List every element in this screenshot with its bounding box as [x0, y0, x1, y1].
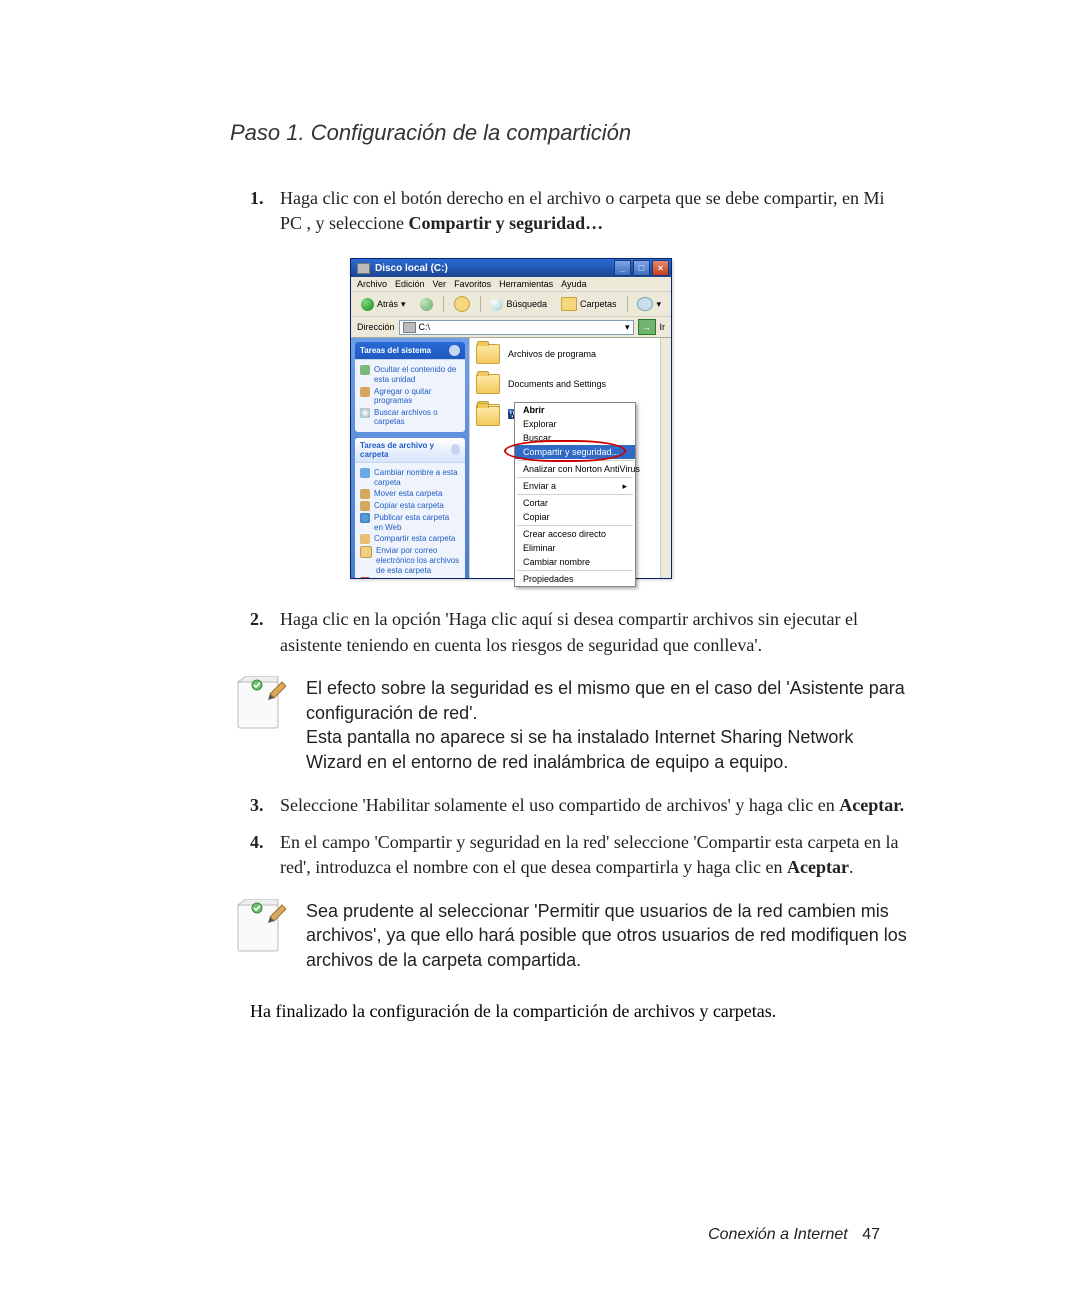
chevron-icon [449, 345, 460, 356]
ctx-analizar[interactable]: Analizar con Norton AntiVirus [515, 462, 635, 476]
step-4-bold: Aceptar [787, 857, 849, 877]
folder-icon [476, 344, 500, 364]
task-copy[interactable]: Copiar esta carpeta [360, 501, 460, 511]
step-1-bold: Compartir y seguridad… [408, 213, 603, 233]
step-heading: Paso 1. Configuración de la compartición [230, 120, 910, 146]
task-share[interactable]: Compartir esta carpeta [360, 534, 460, 544]
explorer-window: Disco local (C:) _ □ × Archivo Edición V… [350, 258, 672, 579]
ctx-abrir[interactable]: Abrir [515, 403, 635, 417]
closing-text: Ha finalizado la configuración de la com… [250, 1001, 910, 1022]
step-3: 3. Seleccione 'Habilitar solamente el us… [250, 793, 910, 818]
ctx-buscar[interactable]: Buscar... [515, 431, 635, 445]
ctx-nombre[interactable]: Cambiar nombre [515, 555, 635, 569]
menu-favoritos[interactable]: Favoritos [454, 279, 491, 289]
task-rename[interactable]: Cambiar nombre a esta carpeta [360, 468, 460, 487]
ctx-copiar[interactable]: Copiar [515, 510, 635, 524]
chevron-icon [451, 444, 461, 455]
folder-icon [476, 406, 500, 426]
footer-section: Conexión a Internet [708, 1226, 848, 1243]
note-icon [236, 676, 286, 731]
page-footer: Conexión a Internet 47 [708, 1226, 880, 1244]
up-button[interactable] [450, 295, 474, 313]
menubar: Archivo Edición Ver Favoritos Herramient… [351, 277, 671, 292]
folder-archivos-programa[interactable]: Archivos de programa [476, 344, 665, 364]
menu-herramientas[interactable]: Herramientas [499, 279, 553, 289]
folders-button[interactable]: Carpetas [557, 296, 621, 312]
folder-view: Archivos de programa Documents and Setti… [469, 338, 671, 578]
search-icon [490, 298, 503, 311]
ctx-acceso[interactable]: Crear acceso directo [515, 527, 635, 541]
footer-page: 47 [862, 1226, 880, 1243]
ctx-compartir[interactable]: Compartir y seguridad... [515, 445, 635, 459]
system-tasks-header[interactable]: Tareas del sistema [355, 342, 465, 360]
window-titlebar: Disco local (C:) _ □ × [351, 259, 671, 277]
go-label: Ir [660, 322, 666, 332]
note-1-text: El efecto sobre la seguridad es el mismo… [306, 676, 910, 775]
note-2: Sea prudente al seleccionar 'Permitir qu… [236, 899, 910, 973]
views-button[interactable]: ▾ [633, 296, 665, 312]
context-menu: Abrir Explorar Buscar... Compartir y seg… [514, 402, 636, 587]
forward-icon [420, 298, 433, 311]
step-2-num: 2. [250, 607, 280, 657]
step-1: 1. Haga clic con el botón derecho en el … [250, 186, 910, 236]
step-2: 2. Haga clic en la opción 'Haga clic aqu… [250, 607, 910, 657]
up-icon [454, 296, 470, 312]
address-value: C:\ [419, 322, 431, 332]
note-1: El efecto sobre la seguridad es el mismo… [236, 676, 910, 775]
step-4-num: 4. [250, 830, 280, 880]
step-3-text: Seleccione 'Habilitar solamente el uso c… [280, 795, 839, 815]
ctx-enviar[interactable]: Enviar a▸ [515, 479, 635, 493]
ctx-prop[interactable]: Propiedades [515, 572, 635, 586]
address-label: Dirección [357, 322, 395, 332]
folder-documents-settings[interactable]: Documents and Settings [476, 374, 665, 394]
drive-icon [357, 263, 370, 274]
ctx-cortar[interactable]: Cortar [515, 496, 635, 510]
address-bar: Dirección C:\ ▾ → Ir [351, 317, 671, 338]
views-icon [637, 297, 653, 311]
note-icon [236, 899, 286, 954]
tasks-pane: Tareas del sistema Ocultar el contenido … [351, 338, 469, 578]
task-email[interactable]: Enviar por correo electrónico los archiv… [360, 546, 460, 575]
minimize-button[interactable]: _ [614, 260, 631, 276]
task-hide-contents[interactable]: Ocultar el contenido de esta unidad [360, 365, 460, 384]
task-move[interactable]: Mover esta carpeta [360, 489, 460, 499]
address-input[interactable]: C:\ ▾ [399, 320, 634, 335]
ctx-eliminar[interactable]: Eliminar [515, 541, 635, 555]
task-publish[interactable]: Publicar esta carpeta en Web [360, 513, 460, 532]
back-button[interactable]: Atrás ▾ [357, 297, 410, 312]
ctx-explorar[interactable]: Explorar [515, 417, 635, 431]
task-search[interactable]: Buscar archivos o carpetas [360, 408, 460, 427]
menu-edicion[interactable]: Edición [395, 279, 425, 289]
task-delete[interactable]: Eliminar esta carpeta [360, 577, 460, 578]
task-add-remove[interactable]: Agregar o quitar programas [360, 387, 460, 406]
file-tasks-header[interactable]: Tareas de archivo y carpeta [355, 438, 465, 463]
menu-ver[interactable]: Ver [433, 279, 447, 289]
maximize-button[interactable]: □ [633, 260, 650, 276]
step-3-bold: Aceptar. [839, 795, 904, 815]
scrollbar[interactable] [660, 338, 671, 578]
step-1-num: 1. [250, 186, 280, 236]
search-button[interactable]: Búsqueda [486, 297, 551, 312]
go-button[interactable]: → [638, 319, 656, 335]
address-drive-icon [403, 322, 416, 333]
note-2-text: Sea prudente al seleccionar 'Permitir qu… [306, 899, 910, 973]
menu-archivo[interactable]: Archivo [357, 279, 387, 289]
step-2-text: Haga clic en la opción 'Haga clic aquí s… [280, 607, 910, 657]
window-title: Disco local (C:) [375, 263, 448, 274]
step-3-num: 3. [250, 793, 280, 818]
step-4: 4. En el campo 'Compartir y seguridad en… [250, 830, 910, 880]
close-button[interactable]: × [652, 260, 669, 276]
folders-icon [561, 297, 577, 311]
toolbar: Atrás ▾ Búsqueda Carpetas ▾ [351, 292, 671, 317]
back-icon [361, 298, 374, 311]
folder-icon [476, 374, 500, 394]
menu-ayuda[interactable]: Ayuda [561, 279, 586, 289]
forward-button[interactable] [416, 297, 437, 312]
